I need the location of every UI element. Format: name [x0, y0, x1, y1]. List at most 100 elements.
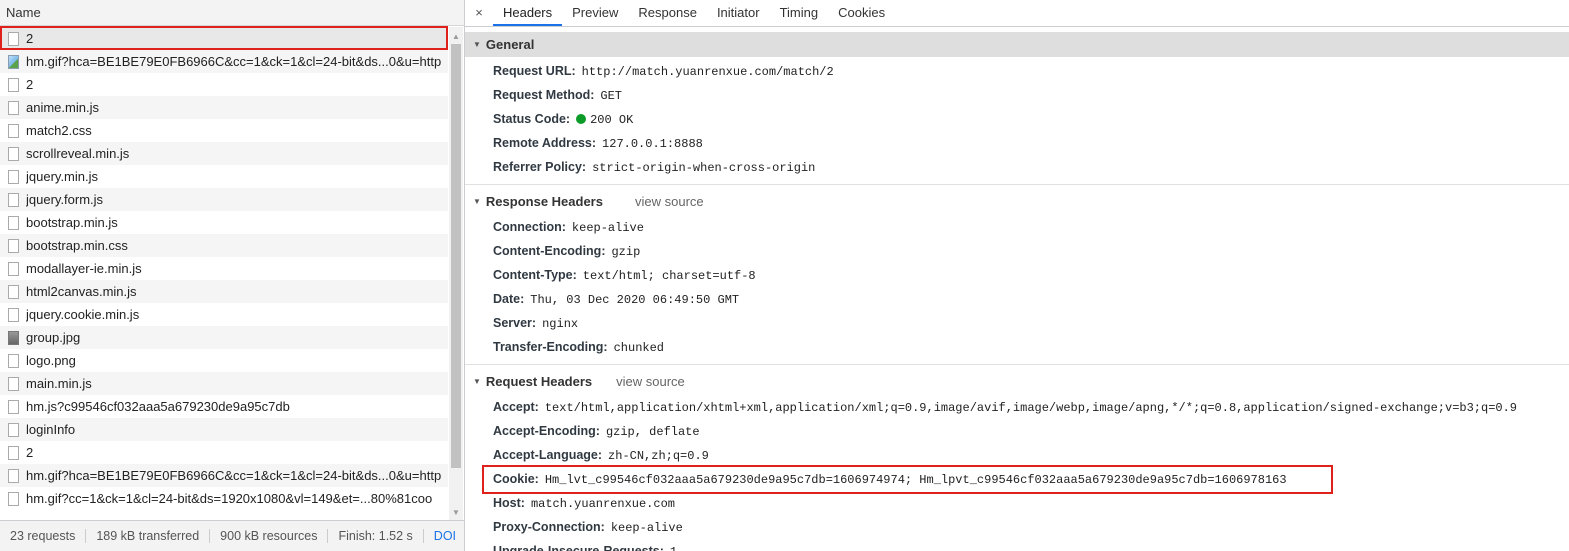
header-key: Connection: — [493, 220, 566, 234]
header-key: Content-Type: — [493, 268, 577, 282]
request-row[interactable]: jquery.cookie.min.js — [0, 303, 448, 326]
document-icon — [8, 100, 19, 115]
request-row[interactable]: match2.css — [0, 119, 448, 142]
header-key: Status Code: — [493, 112, 571, 126]
response-header-row: Server: nginx — [465, 311, 1569, 335]
document-icon — [8, 261, 19, 276]
jpg-file-icon — [8, 330, 19, 345]
tab-response[interactable]: Response — [628, 0, 707, 26]
request-header-row: Proxy-Connection: keep-alive — [465, 515, 1569, 539]
requests-count: 23 requests — [0, 529, 87, 543]
document-icon — [8, 353, 19, 368]
request-name: group.jpg — [26, 330, 81, 345]
details-tab-bar: × Headers Preview Response Initiator Tim… — [465, 0, 1569, 27]
request-row[interactable]: jquery.form.js — [0, 188, 448, 211]
request-row[interactable]: bootstrap.min.js — [0, 211, 448, 234]
request-name: html2canvas.min.js — [26, 284, 137, 299]
scrollbar-thumb[interactable] — [451, 44, 461, 468]
tab-initiator[interactable]: Initiator — [707, 0, 770, 26]
network-status-bar: 23 requests 189 kB transferred 900 kB re… — [0, 520, 464, 551]
tab-headers[interactable]: Headers — [493, 0, 563, 26]
tab-preview[interactable]: Preview — [562, 0, 628, 26]
header-key: Accept-Encoding: — [493, 424, 600, 438]
request-row[interactable]: hm.gif?hca=BE1BE79E0FB6966C&cc=1&ck=1&cl… — [0, 464, 448, 487]
response-header-row: Transfer-Encoding: chunked — [465, 335, 1569, 359]
request-row[interactable]: main.min.js — [0, 372, 448, 395]
response-header-row: Date: Thu, 03 Dec 2020 06:49:50 GMT — [465, 287, 1569, 311]
request-name: hm.gif?cc=1&ck=1&cl=24-bit&ds=1920x1080&… — [26, 491, 433, 506]
tab-timing[interactable]: Timing — [770, 0, 829, 26]
request-header-row: Host: match.yuanrenxue.com — [465, 491, 1569, 515]
request-name: modallayer-ie.min.js — [26, 261, 142, 276]
header-key: Remote Address: — [493, 136, 597, 150]
request-row[interactable]: modallayer-ie.min.js — [0, 257, 448, 280]
request-name: 2 — [26, 77, 34, 92]
general-header-row: Request Method: GET — [465, 83, 1569, 107]
request-row[interactable]: logo.png — [0, 349, 448, 372]
header-value: gzip, deflate — [605, 425, 700, 439]
header-key: Request URL: — [493, 64, 576, 78]
request-row[interactable]: loginInfo — [0, 418, 448, 441]
header-key: Upgrade-Insecure-Requests: — [493, 544, 664, 551]
request-row[interactable]: 2 — [0, 441, 448, 464]
request-header-row: Accept-Language: zh-CN,zh;q=0.9 — [465, 443, 1569, 467]
request-name: logo.png — [26, 353, 76, 368]
request-row[interactable]: hm.gif?cc=1&ck=1&cl=24-bit&ds=1920x1080&… — [0, 487, 448, 510]
document-icon — [8, 169, 19, 184]
transferred-size: 189 kB transferred — [86, 529, 211, 543]
header-value: 1 — [670, 545, 677, 551]
request-row[interactable]: 2 — [0, 73, 448, 96]
name-column-header[interactable]: Name — [0, 0, 464, 26]
request-row[interactable]: group.jpg — [0, 326, 448, 349]
scroll-down-arrow-icon[interactable]: ▼ — [450, 507, 462, 519]
header-value: text/html,application/xhtml+xml,applicat… — [544, 401, 1518, 415]
header-key: Accept-Language: — [493, 448, 603, 462]
document-icon — [8, 491, 19, 506]
request-name: anime.min.js — [26, 100, 99, 115]
request-header-row: Upgrade-Insecure-Requests: 1 — [465, 539, 1569, 551]
request-name: loginInfo — [26, 422, 76, 437]
document-icon — [8, 284, 19, 299]
header-key: Request Method: — [493, 88, 595, 102]
general-header-row: Remote Address: 127.0.0.1:8888 — [465, 131, 1569, 155]
request-row[interactable]: anime.min.js — [0, 96, 448, 119]
response-headers-section-header[interactable]: ▼ Response Headers view source — [465, 189, 1569, 214]
request-row[interactable]: html2canvas.min.js — [0, 280, 448, 303]
header-value: chunked — [613, 341, 665, 355]
header-value: match.yuanrenxue.com — [530, 497, 675, 511]
request-row[interactable]: jquery.min.js — [0, 165, 448, 188]
request-name: hm.gif?hca=BE1BE79E0FB6966C&cc=1&ck=1&cl… — [26, 54, 442, 69]
close-icon[interactable]: × — [465, 0, 493, 26]
response-headers-title: Response Headers — [485, 194, 603, 209]
header-value: Thu, 03 Dec 2020 06:49:50 GMT — [530, 293, 740, 307]
scroll-up-arrow-icon[interactable]: ▲ — [450, 31, 462, 43]
header-value: http://match.yuanrenxue.com/match/2 — [581, 65, 834, 79]
highlight-box-selected-request — [0, 26, 448, 50]
general-header-row: Status Code: 200 OK — [465, 107, 1569, 131]
request-list: 2 hm.gif?hca=BE1BE79E0FB6966C&cc=1&ck=1&c… — [0, 27, 448, 510]
general-section-header[interactable]: ▼ General — [465, 32, 1569, 57]
response-header-row: Content-Encoding: gzip — [465, 239, 1569, 263]
request-headers-section-header[interactable]: ▼ Request Headers view source — [465, 369, 1569, 394]
response-view-source-link[interactable]: view source — [635, 189, 704, 214]
request-row[interactable]: scrollreveal.min.js — [0, 142, 448, 165]
general-title: General — [485, 37, 535, 52]
request-row[interactable]: hm.js?c99546cf032aaa5a679230de9a95c7db — [0, 395, 448, 418]
document-icon — [8, 215, 19, 230]
header-value: strict-origin-when-cross-origin — [592, 161, 816, 175]
document-icon — [8, 123, 19, 138]
request-view-source-link[interactable]: view source — [616, 369, 685, 394]
document-icon — [8, 399, 19, 414]
request-row[interactable]: hm.gif?hca=BE1BE79E0FB6966C&cc=1&ck=1&cl… — [0, 50, 448, 73]
expand-triangle-icon: ▼ — [473, 40, 481, 49]
resources-size: 900 kB resources — [210, 529, 329, 543]
document-icon — [8, 307, 19, 322]
expand-triangle-icon: ▼ — [473, 197, 481, 206]
header-key: Transfer-Encoding: — [493, 340, 608, 354]
header-value: keep-alive — [571, 221, 644, 235]
request-row[interactable]: bootstrap.min.css — [0, 234, 448, 257]
tab-cookies[interactable]: Cookies — [828, 0, 895, 26]
header-value: zh-CN,zh;q=0.9 — [608, 449, 709, 463]
request-name: jquery.cookie.min.js — [26, 307, 140, 322]
document-icon — [8, 445, 19, 460]
